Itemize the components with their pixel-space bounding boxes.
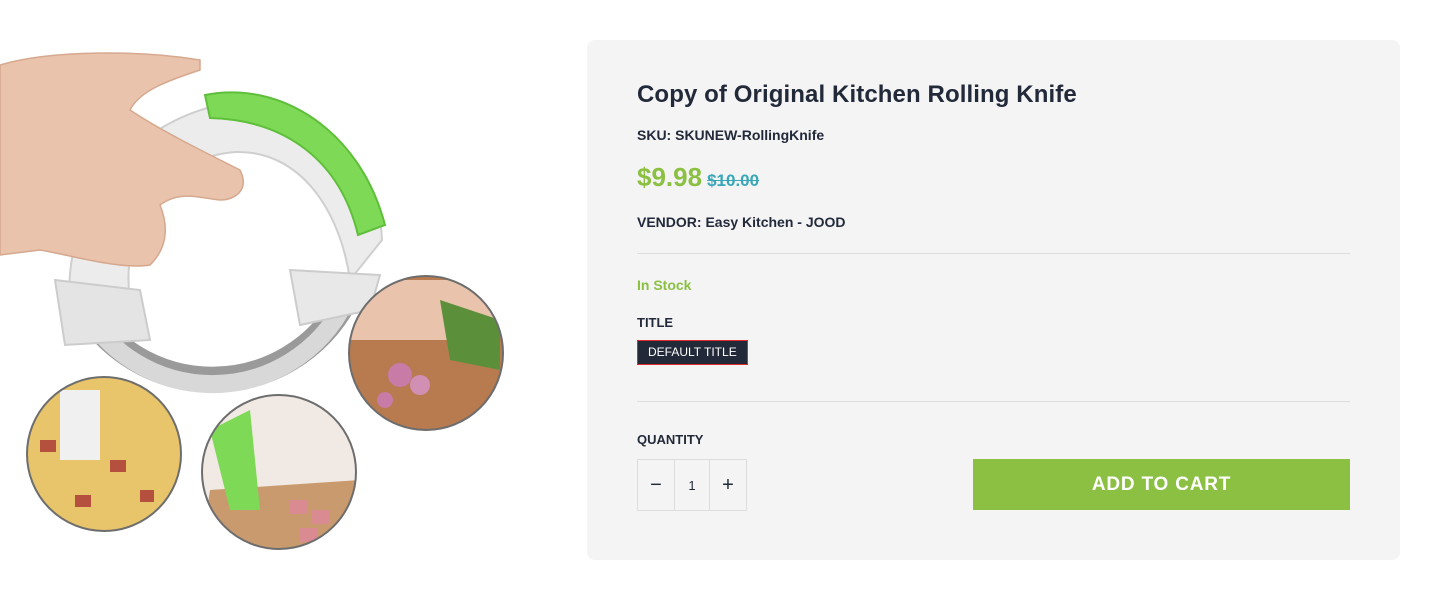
minus-icon[interactable]: −	[638, 460, 674, 510]
product-info-card: Copy of Original Kitchen Rolling Knife S…	[587, 40, 1400, 560]
divider	[637, 401, 1350, 402]
quantity-input[interactable]: 1	[674, 460, 710, 510]
option-label: TITLE	[637, 315, 674, 330]
divider	[637, 253, 1350, 254]
add-to-cart-button[interactable]: ADD TO CART	[973, 459, 1350, 510]
product-sku: SKU: SKUNEW-RollingKnife	[637, 127, 825, 143]
rolling-knife-illustration	[0, 52, 504, 550]
compare-price: $10.00	[707, 171, 760, 190]
option-swatch-default-title[interactable]: DEFAULT TITLE	[637, 340, 748, 365]
stock-status: In Stock	[637, 277, 692, 293]
sale-price: $9.98	[637, 162, 703, 192]
product-vendor: VENDOR: Easy Kitchen - JOOD	[637, 214, 846, 230]
product-title: Copy of Original Kitchen Rolling Knife	[637, 81, 1077, 108]
quantity-label: QUANTITY	[637, 432, 704, 447]
price-row: $9.98 $10.00	[637, 162, 759, 193]
plus-icon[interactable]: +	[710, 460, 746, 510]
quantity-stepper: − 1 +	[637, 459, 747, 511]
product-image[interactable]	[0, 40, 560, 560]
